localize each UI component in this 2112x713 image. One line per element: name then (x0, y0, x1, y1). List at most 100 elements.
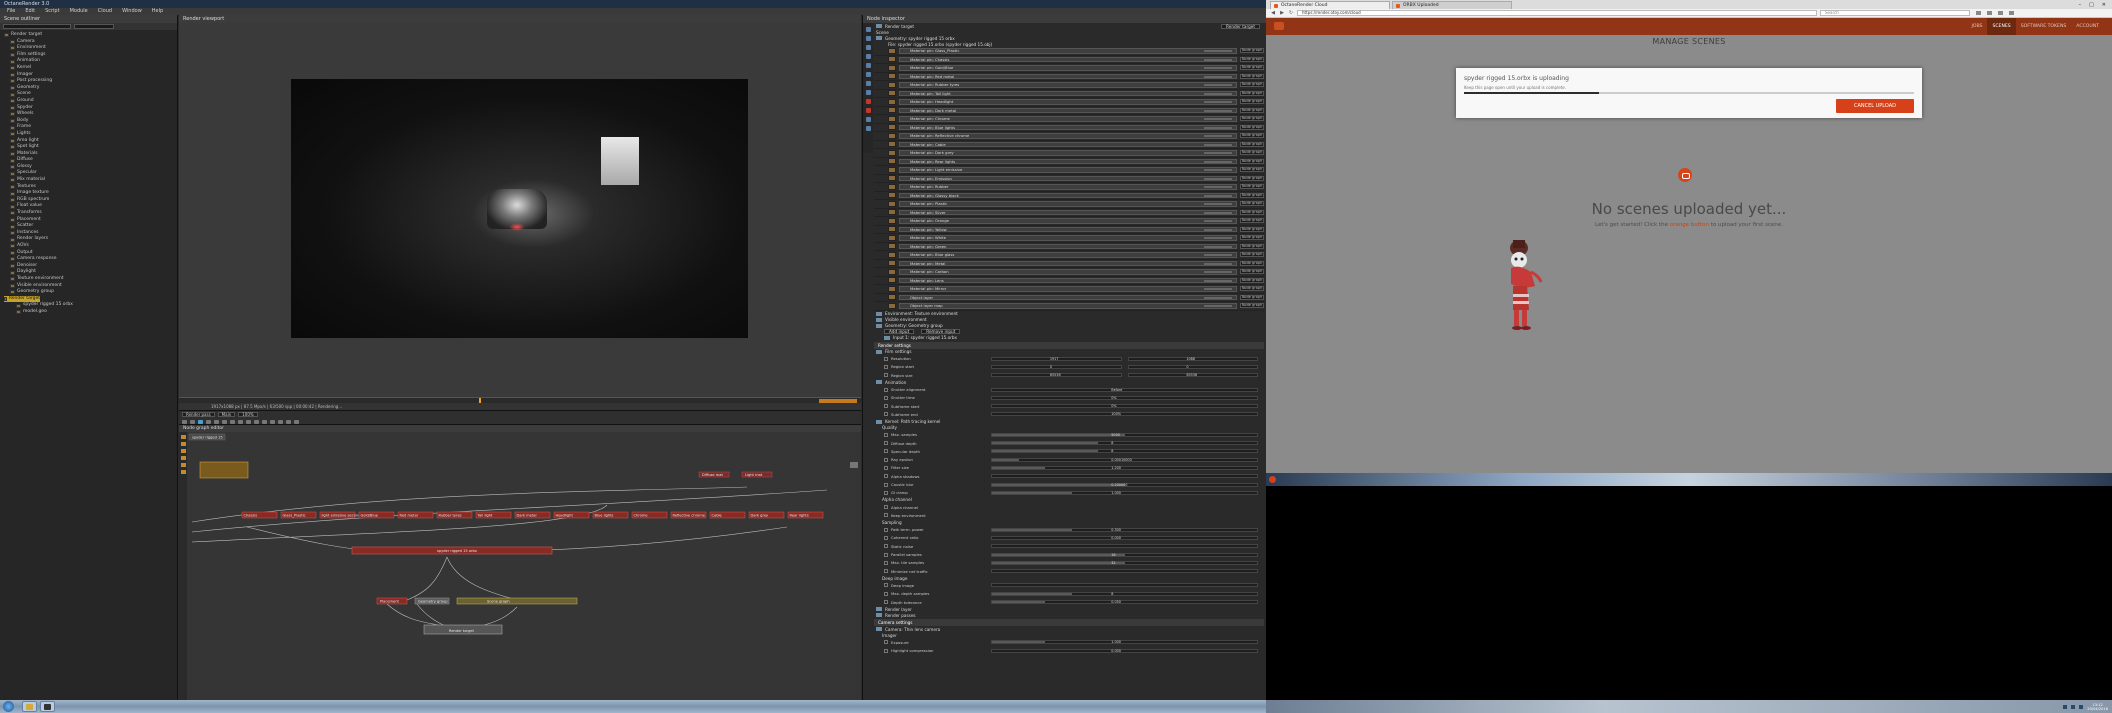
material-pin-row[interactable]: Material pin: Chassis Node graph (874, 56, 1264, 64)
render-passes-header[interactable]: Render passes (874, 612, 1264, 618)
material-pin-label[interactable]: Material pin: Mirror (898, 286, 1238, 292)
param-checkbox[interactable] (884, 600, 888, 605)
param-value[interactable]: 0.200000 (1111, 483, 1127, 487)
material-pin-row[interactable]: Material pin: Lens Node graph (874, 277, 1264, 285)
param-slider[interactable]: 8 (991, 591, 1258, 596)
outliner-item[interactable]: Texture environment (4, 276, 177, 283)
outliner-item[interactable]: Ground (4, 98, 177, 105)
param-value-a[interactable]: 1917 (1050, 357, 1059, 361)
material-pin-row[interactable]: Material pin: Reflective chrome Node grap… (874, 132, 1264, 141)
param-slider[interactable] (991, 583, 1258, 588)
param-slider[interactable]: 8 (991, 441, 1258, 446)
param-slider[interactable]: 5000 (991, 432, 1258, 437)
stop-icon[interactable] (182, 419, 187, 424)
param-value[interactable]: 5000 (1111, 433, 1120, 437)
material-pin-row[interactable]: Material pin: Emission Node graph (874, 175, 1264, 183)
material-pin-row[interactable]: Material pin: Blue lights Node graph (874, 124, 1264, 132)
nodegraph-tab[interactable]: Node graph editor (179, 425, 861, 432)
param-checkbox[interactable] (884, 449, 888, 454)
render-target-icon[interactable] (865, 54, 871, 59)
browser-tab-active[interactable]: OctaneRender Cloud (1270, 1, 1390, 9)
param-value[interactable]: 8 (1111, 449, 1113, 453)
param-slider[interactable]: 32 (991, 560, 1258, 565)
param-slider[interactable] (991, 544, 1258, 549)
show-empty-icon[interactable] (865, 45, 871, 50)
param-field-a[interactable]: 0 (991, 364, 1122, 369)
inspector-tab[interactable]: Node inspector (863, 15, 1266, 23)
material-pin-type-dropdown[interactable]: Node graph (1240, 209, 1264, 215)
param-slider[interactable]: 0% (991, 404, 1258, 409)
material-pin-label[interactable]: Material pin: Light emissive (898, 167, 1238, 173)
outliner-item[interactable]: spyder rigged 15 orbx (4, 302, 177, 309)
upload-cloud-icon[interactable] (1678, 168, 1692, 182)
pick-material-icon[interactable] (230, 419, 235, 424)
param-field-a[interactable]: 1917 (991, 356, 1122, 361)
outliner-item[interactable]: Image texture (4, 190, 177, 197)
material-pin-label[interactable]: Material pin: Chrome (898, 116, 1238, 122)
imager-icon[interactable] (865, 81, 871, 86)
param-checkbox[interactable] (884, 560, 888, 565)
material-pin-label[interactable]: Object layer (898, 294, 1238, 300)
volume-icon[interactable] (2071, 704, 2076, 709)
param-slider[interactable] (991, 474, 1258, 479)
param-value[interactable]: 8 (1111, 592, 1113, 596)
material-pin-type-dropdown[interactable]: Node graph (1240, 226, 1264, 232)
param-checkbox[interactable] (884, 465, 888, 470)
material-pin-type-dropdown[interactable]: Node graph (1240, 201, 1264, 207)
search-input[interactable]: Search (1820, 10, 1970, 16)
outliner-item[interactable]: Geometry group (4, 289, 177, 296)
material-pin-label[interactable]: Material pin: Green (898, 243, 1238, 249)
outliner-item[interactable]: Scene (4, 91, 177, 98)
param-value[interactable]: 0% (1111, 404, 1116, 408)
param-value-a[interactable]: 65536 (1050, 373, 1061, 377)
menu-module[interactable]: Module (67, 8, 91, 15)
param-checkbox[interactable] (884, 474, 888, 479)
param-value-b[interactable]: 1088 (1186, 357, 1195, 361)
param-checkbox[interactable] (884, 640, 888, 645)
param-value-b[interactable]: 65536 (1186, 373, 1197, 377)
outliner-item[interactable]: Post processing (4, 78, 177, 85)
outliner-item[interactable]: Camera response (4, 256, 177, 263)
tile-nodes-icon[interactable] (180, 442, 186, 446)
copy-node-icon[interactable] (180, 463, 186, 467)
cancel-upload-button[interactable]: CANCEL UPLOAD (1836, 99, 1914, 113)
play-icon[interactable] (198, 419, 203, 424)
param-slider[interactable]: 1.000 (991, 640, 1258, 645)
param-checkbox[interactable] (884, 364, 888, 369)
environment-icon[interactable] (865, 72, 871, 77)
graph-node-scene[interactable] (456, 597, 578, 605)
group-input-1[interactable]: Input 1: spyder rigged 15.orbx (874, 335, 1264, 341)
param-checkbox[interactable] (884, 648, 888, 653)
material-pin-row[interactable]: Material pin: Orange Node graph (874, 217, 1264, 226)
start-button[interactable] (3, 701, 14, 712)
animation-icon[interactable] (865, 126, 871, 131)
material-pin-type-dropdown[interactable]: Node graph (1240, 260, 1264, 266)
decal-wireframe-icon[interactable] (294, 419, 299, 424)
param-value[interactable]: 0.050 (1111, 600, 1121, 604)
param-checkbox[interactable] (884, 373, 888, 378)
camera-icon[interactable] (865, 63, 871, 68)
material-pin-type-dropdown[interactable]: Node graph (1240, 48, 1264, 54)
outliner-item[interactable]: Spot light (4, 144, 177, 151)
frame-all-icon[interactable] (180, 449, 186, 453)
outliner-item[interactable]: Render layers (4, 236, 177, 243)
taskbar-clock[interactable]: 13:12 20/04/2016 (2087, 703, 2108, 711)
param-checkbox[interactable] (884, 432, 888, 437)
material-pin-label[interactable]: Material pin: Rubber tyres (898, 82, 1238, 88)
menu-icon[interactable] (2009, 11, 2014, 15)
material-pin-label[interactable]: Material pin: Tail light (898, 90, 1238, 96)
material-pin-type-dropdown[interactable]: Node graph (1240, 73, 1264, 79)
render-image[interactable] (291, 79, 748, 338)
material-pin-type-dropdown[interactable]: Node graph (1240, 116, 1264, 122)
material-pin-type-dropdown[interactable]: Node graph (1240, 286, 1264, 292)
param-value[interactable]: 16 (1111, 553, 1115, 557)
param-field-a[interactable]: 65536 (991, 373, 1122, 378)
material-pin-row[interactable]: Material pin: Metal Node graph (874, 260, 1264, 268)
viewer-tab[interactable]: Render viewport (179, 15, 861, 23)
param-checkbox[interactable] (884, 356, 888, 361)
add-input-button[interactable]: Add input (884, 329, 915, 334)
material-pin-type-dropdown[interactable]: Node graph (1240, 235, 1264, 241)
geometry-icon[interactable] (865, 108, 871, 113)
taskbar-app-explorer[interactable] (22, 701, 37, 712)
outliner-item[interactable]: Animation (4, 58, 177, 65)
